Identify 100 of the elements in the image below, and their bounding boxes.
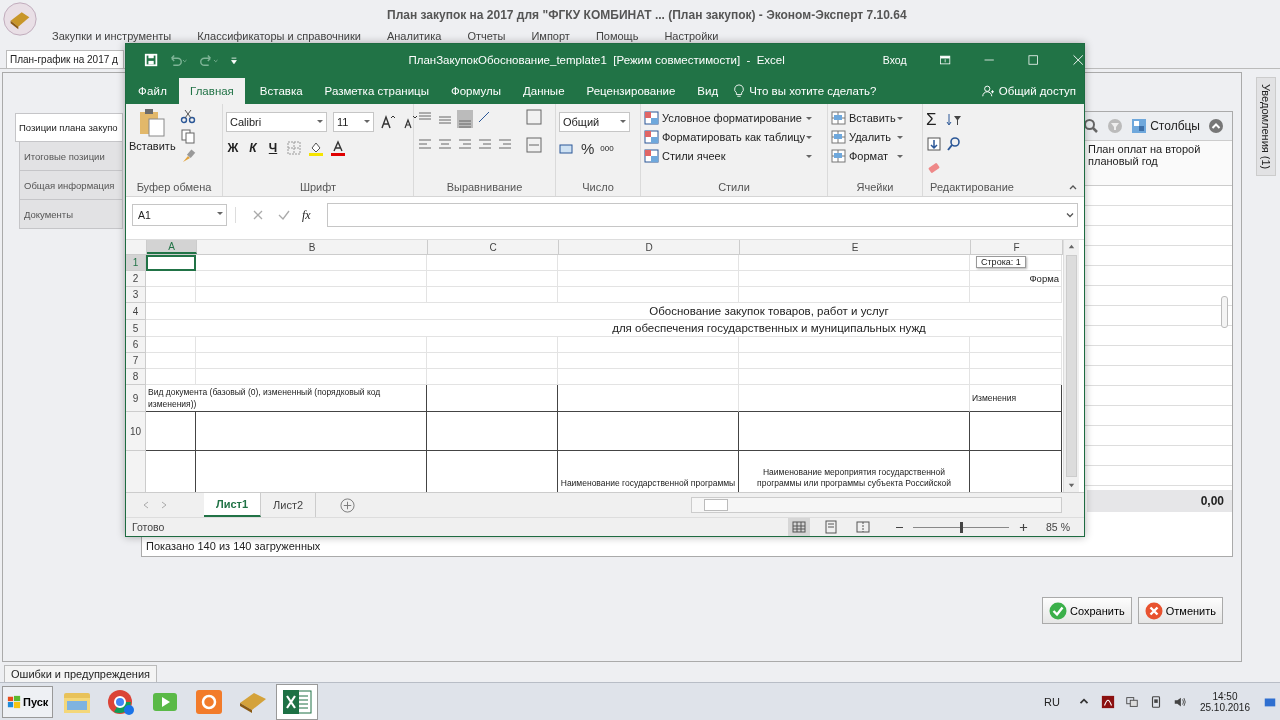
cancel-button[interactable]: Отменить [1137, 597, 1223, 624]
add-sheet-icon[interactable] [340, 497, 356, 513]
side-tab[interactable]: Общая информация [19, 171, 123, 200]
menu-item[interactable]: Закупки и инструменты [52, 30, 172, 46]
styles-menu-item[interactable]: Условное форматирование [644, 110, 816, 126]
ribbon-tab[interactable]: Рецензирование [575, 78, 687, 104]
italic-button[interactable]: К [246, 141, 260, 155]
menu-item[interactable]: Отчеты [467, 30, 506, 46]
save-button[interactable]: Сохранить [1042, 597, 1132, 624]
percent-button[interactable]: % [581, 140, 595, 157]
fill-color-icon[interactable] [308, 140, 324, 156]
normal-view-icon[interactable] [788, 518, 810, 536]
ribbon-display-icon[interactable] [938, 53, 951, 67]
sort-filter-icon[interactable] [946, 112, 962, 128]
scroll-down-icon[interactable] [1067, 481, 1076, 490]
customize-toolbar-icon[interactable] [230, 55, 239, 65]
app-logo-icon[interactable] [3, 2, 37, 36]
side-tab[interactable]: Документы [19, 200, 123, 229]
scroll-up-icon[interactable] [1067, 242, 1076, 251]
font-color-icon[interactable] [330, 140, 346, 156]
zoom-thumb[interactable] [960, 521, 963, 533]
close-icon[interactable] [1071, 53, 1084, 67]
active-cell[interactable] [146, 255, 196, 271]
row-header[interactable]: 3 [126, 287, 146, 303]
cells-menu-item[interactable]: Вставить [831, 110, 906, 126]
search-icon[interactable] [946, 136, 962, 152]
network-icon[interactable] [1124, 694, 1139, 709]
row-header[interactable]: 10 [126, 412, 146, 451]
collapse-icon[interactable] [1208, 118, 1224, 134]
ribbon-tab[interactable]: Формулы [439, 78, 512, 104]
row-header[interactable]: 4 [126, 303, 146, 320]
redo-icon[interactable] [199, 52, 221, 68]
fill-down-icon[interactable] [926, 136, 942, 152]
start-button[interactable]: Пуск [2, 685, 54, 718]
thousands-button[interactable]: 000 [600, 144, 614, 153]
bold-button[interactable]: Ж [226, 141, 240, 155]
expand-icon[interactable] [1065, 210, 1075, 220]
errors-tab[interactable]: Ошибки и предупреждения [4, 665, 158, 682]
columns-button[interactable]: Столбцы [1131, 118, 1200, 134]
sheet-tab[interactable]: Лист1 [204, 493, 262, 517]
zoom-in-icon[interactable] [1019, 522, 1028, 532]
number-format-field[interactable]: Общий [559, 112, 630, 132]
clock[interactable]: 14:50 25.10.2016 [1199, 690, 1250, 713]
font-name-field[interactable]: Calibri [226, 112, 327, 132]
notifications-tab[interactable]: Уведомления (1) [1256, 77, 1276, 177]
save-icon[interactable] [144, 52, 159, 68]
menu-item[interactable]: Аналитика [386, 30, 442, 46]
undo-icon[interactable] [168, 52, 190, 68]
styles-menu-item[interactable]: Форматировать как таблицу [644, 129, 816, 145]
language-indicator[interactable]: RU [1044, 695, 1060, 708]
side-tab[interactable]: Позиции плана закупо [15, 113, 123, 142]
row-header[interactable]: 8 [126, 369, 146, 385]
pdf-icon[interactable] [1100, 694, 1115, 709]
ribbon-tab[interactable]: Данные [512, 78, 576, 104]
scrollbar[interactable] [1221, 296, 1228, 328]
function-button[interactable]: fx [302, 207, 311, 223]
shrink-font-icon[interactable] [402, 114, 418, 130]
search-icon[interactable] [1083, 118, 1100, 134]
scrollbar[interactable] [691, 497, 1062, 513]
tell-me-field[interactable]: Что вы хотите сделать? [733, 78, 877, 104]
row-header[interactable]: 2 [126, 271, 146, 287]
maximize-icon[interactable] [1027, 53, 1040, 67]
scissors-icon[interactable] [179, 108, 196, 124]
column-header[interactable]: C [428, 240, 559, 254]
ribbon-tab[interactable]: Файл [130, 78, 176, 104]
row-header[interactable]: 1 [126, 255, 146, 271]
copy-icon[interactable] [179, 128, 196, 144]
autosum-button[interactable]: Σ [926, 112, 942, 128]
row-header[interactable]: 6 [126, 337, 146, 353]
zoom-level[interactable]: 85 % [1038, 521, 1078, 533]
column-header[interactable]: D [559, 240, 740, 254]
column-header[interactable]: B [197, 240, 428, 254]
sign-in-link[interactable]: Вход [882, 54, 907, 66]
share-button[interactable]: Общий доступ [981, 78, 1084, 104]
cells-menu-item[interactable]: Удалить [831, 129, 906, 145]
paste-button[interactable]: Вставить [129, 108, 176, 181]
grow-font-icon[interactable] [380, 114, 396, 130]
cells-menu-item[interactable]: Формат [831, 148, 906, 164]
menu-item[interactable]: Классификаторы и справочники [197, 30, 361, 46]
formula-field[interactable] [326, 203, 1078, 227]
side-tab[interactable]: Итоговые позиции [19, 142, 123, 171]
name-box[interactable]: A1 [132, 204, 227, 226]
styles-menu-item[interactable]: Стили ячеек [644, 148, 816, 164]
row-header[interactable]: 9 [126, 385, 146, 412]
document-tab[interactable]: План-график на 2017 д [6, 50, 124, 68]
spreadsheet-icon[interactable] [277, 684, 318, 719]
column-header[interactable]: A [147, 240, 197, 254]
row-header[interactable]: 7 [126, 353, 146, 369]
ribbon-tab[interactable]: Вставка [248, 78, 314, 104]
ribbon-tab[interactable]: Главная [179, 78, 245, 104]
menu-item[interactable]: Импорт [531, 30, 570, 46]
font-size-field[interactable]: 11 [333, 112, 374, 132]
row-header[interactable]: 5 [126, 320, 146, 337]
column-header[interactable]: E [740, 240, 971, 254]
scrollbar[interactable] [1066, 255, 1077, 477]
ribbon-tab[interactable]: Разметка страницы [313, 78, 440, 104]
menu-item[interactable]: Помощь [595, 30, 639, 46]
menu-item[interactable]: Настройки [664, 30, 719, 46]
ribbon-tab[interactable]: Вид [686, 78, 730, 104]
underline-button[interactable]: Ч [266, 141, 280, 155]
